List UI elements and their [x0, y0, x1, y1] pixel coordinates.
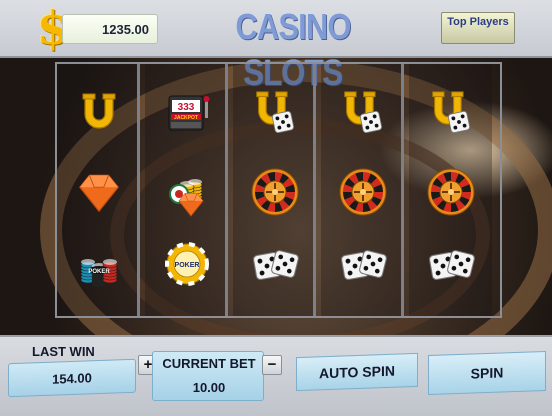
- reels-area: POKER 333 JACKPOT POKER: [55, 62, 502, 318]
- dice-icon: [409, 234, 492, 294]
- reel-1: POKER: [57, 64, 140, 316]
- gem-icon: [57, 164, 140, 224]
- reel-2: 333 JACKPOT POKER: [145, 64, 228, 316]
- roulette-wheel-icon: [233, 164, 316, 224]
- balance-display: 1235.00: [62, 14, 158, 44]
- horseshoe-dice-icon: [409, 86, 492, 146]
- poker-chip-icon: POKER: [145, 234, 228, 294]
- game-title: CASINO SLOTS: [235, 6, 351, 93]
- spin-button[interactable]: SPIN: [428, 350, 546, 396]
- horseshoe-dice-icon: [321, 86, 404, 146]
- horseshoe-icon: [57, 86, 140, 146]
- svg-text:333: 333: [177, 102, 194, 113]
- svg-text:POKER: POKER: [88, 269, 110, 275]
- top-players-button[interactable]: Top Players: [441, 12, 515, 44]
- bottom-bar: LAST WIN 154.00 + CURRENT BET 10.00 − AU…: [0, 335, 552, 416]
- decrease-bet-button[interactable]: −: [262, 355, 282, 375]
- chips-stack-gem-icon: [145, 164, 228, 224]
- top-bar: $ 1235.00 CASINO SLOTS Top Players: [0, 0, 552, 93]
- current-bet-value: 10.00: [192, 380, 226, 395]
- svg-text:JACKPOT: JACKPOT: [174, 115, 198, 121]
- poker-chips-icon: POKER: [57, 234, 140, 294]
- horseshoe-dice-icon: [233, 86, 316, 146]
- svg-text:POKER: POKER: [174, 262, 199, 269]
- last-win-label: LAST WIN: [32, 344, 95, 359]
- dice-icon: [233, 234, 316, 294]
- roulette-wheel-icon: [409, 164, 492, 224]
- reel-3: [233, 64, 316, 316]
- dice-icon: [321, 234, 404, 294]
- reel-5: [409, 64, 492, 316]
- current-bet-panel: CURRENT BET 10.00: [152, 351, 264, 401]
- current-bet-label: CURRENT BET: [162, 356, 256, 371]
- slot-machine-icon: 333 JACKPOT: [145, 86, 228, 146]
- last-win-value: 154.00: [8, 358, 136, 398]
- roulette-wheel-icon: [321, 164, 404, 224]
- reel-4: [321, 64, 404, 316]
- auto-spin-button[interactable]: AUTO SPIN: [296, 352, 418, 392]
